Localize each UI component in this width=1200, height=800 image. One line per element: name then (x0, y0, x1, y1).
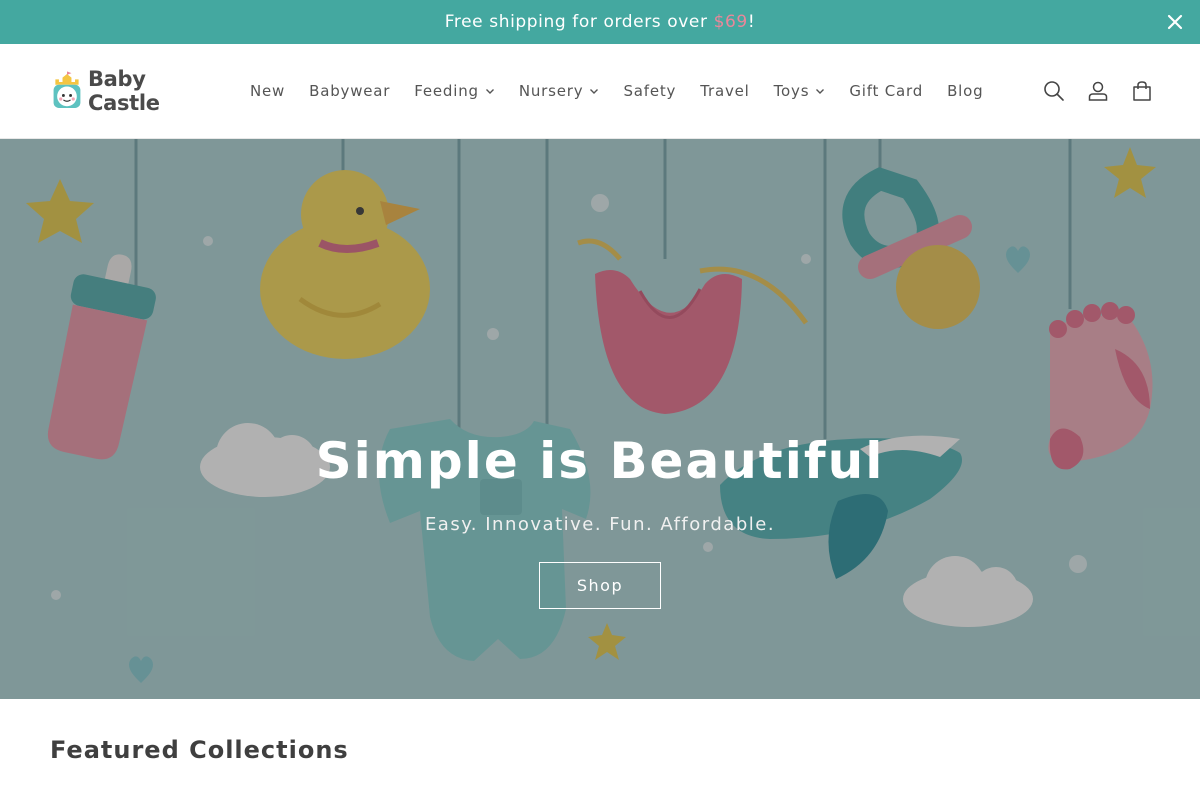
nav-label: Gift Card (849, 82, 924, 100)
chevron-down-icon (485, 89, 494, 94)
nav-item-toys[interactable]: Toys (762, 82, 838, 100)
nav-item-safety[interactable]: Safety (611, 82, 688, 100)
cart-icon[interactable] (1130, 79, 1154, 103)
announcement-text-before: Free shipping for orders over (444, 12, 714, 32)
nav-item-nursery[interactable]: Nursery (507, 82, 612, 100)
announcement-bar: Free shipping for orders over $69! (0, 0, 1200, 44)
logo-text: Baby Castle (87, 67, 160, 115)
hero-subtitle: Easy. Innovative. Fun. Affordable. (424, 514, 776, 535)
chevron-down-icon (816, 89, 825, 94)
announcement-text: Free shipping for orders over $69! (445, 12, 755, 32)
nav-label: Blog (947, 82, 984, 100)
hero-banner: Simple is Beautiful Easy. Innovative. Fu… (0, 139, 1200, 699)
account-icon[interactable] (1086, 79, 1110, 103)
shop-button[interactable]: Shop (539, 562, 661, 609)
nav-label: Nursery (518, 82, 584, 100)
nav-label: Feeding (414, 82, 479, 100)
nav-label: Toys (773, 82, 810, 100)
main-nav: New Babywear Feeding Nursery Safety Trav… (238, 44, 995, 138)
announcement-price: $69 (713, 12, 748, 32)
nav-item-travel[interactable]: Travel (688, 82, 761, 100)
nav-item-babywear[interactable]: Babywear (297, 82, 402, 100)
close-icon[interactable] (1164, 11, 1186, 33)
site-header: Baby Castle New Babywear Feeding Nursery… (0, 44, 1200, 139)
nav-item-gift-card[interactable]: Gift Card (837, 82, 935, 100)
nav-item-feeding[interactable]: Feeding (402, 82, 507, 100)
castle-logo-icon (53, 71, 81, 108)
chevron-down-icon (590, 89, 599, 94)
nav-label: New (250, 82, 286, 100)
nav-label: Travel (700, 82, 750, 100)
featured-collections-heading: Featured Collections (50, 736, 349, 764)
nav-item-blog[interactable]: Blog (935, 82, 995, 100)
header-icons (1042, 44, 1154, 138)
logo[interactable]: Baby Castle (50, 67, 210, 115)
nav-label: Safety (623, 82, 677, 100)
hero-content: Simple is Beautiful Easy. Innovative. Fu… (0, 139, 1200, 699)
hero-title: Simple is Beautiful (315, 432, 885, 490)
search-icon[interactable] (1042, 79, 1066, 103)
nav-label: Babywear (309, 82, 391, 100)
announcement-text-after: ! (747, 12, 756, 32)
nav-item-new[interactable]: New (238, 82, 297, 100)
